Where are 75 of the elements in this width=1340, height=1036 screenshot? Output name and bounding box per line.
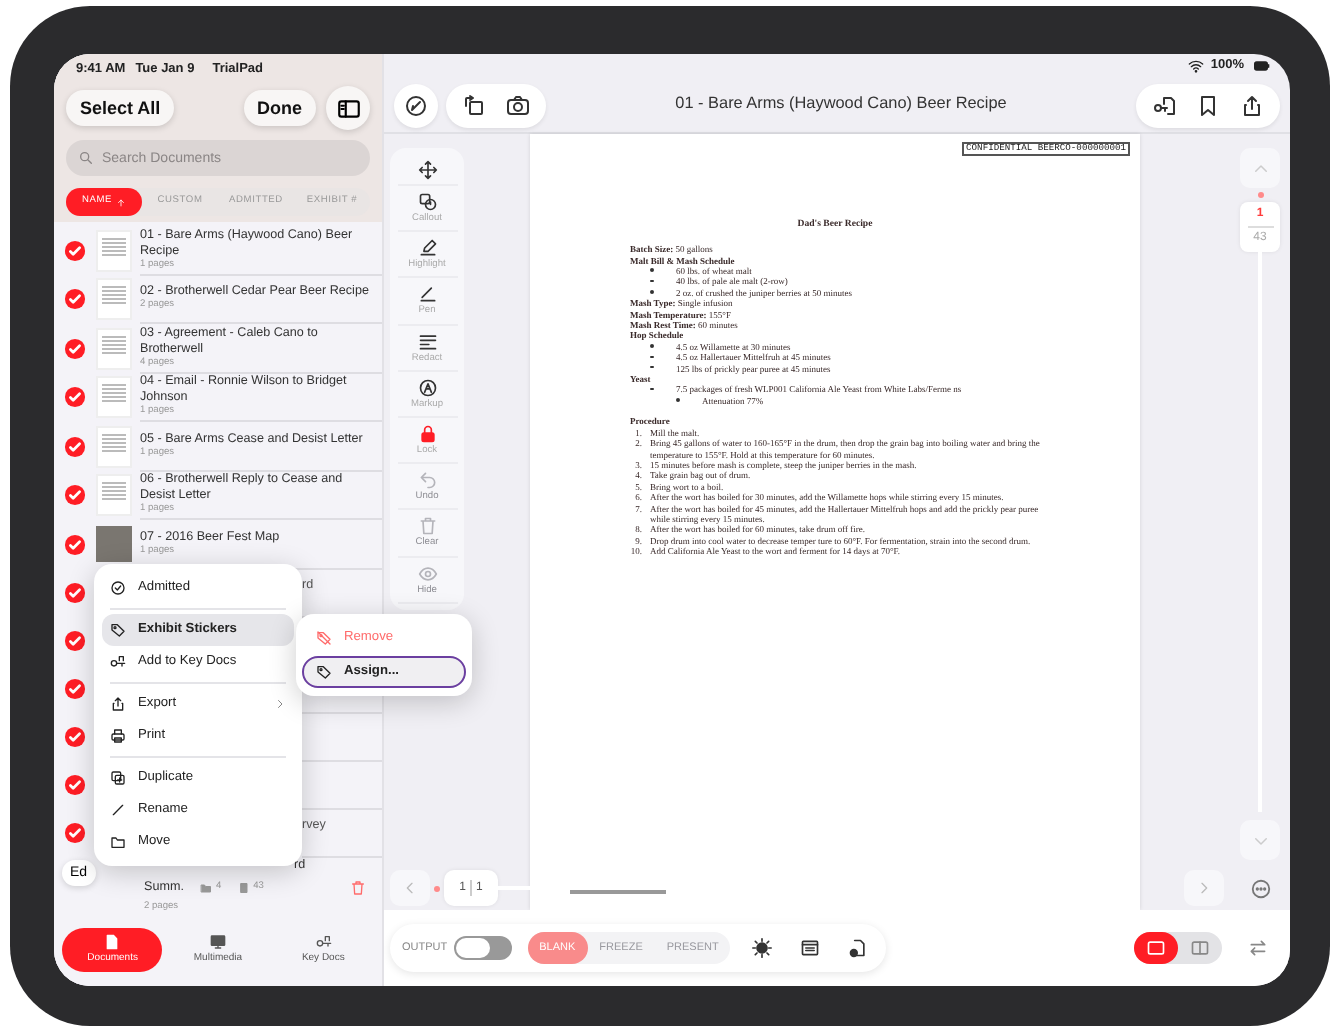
printer-icon [110, 728, 126, 744]
document-icon [848, 938, 869, 958]
bookmark-icon [1196, 93, 1220, 117]
checkbox[interactable] [64, 774, 86, 796]
sidebar-toggle-button[interactable] [326, 86, 370, 130]
undo-icon [417, 470, 437, 491]
checkbox[interactable] [64, 386, 86, 409]
swap-arrows-icon [1248, 938, 1268, 958]
select-all-button[interactable]: Select All [66, 90, 175, 126]
trash-icon [417, 516, 437, 537]
arrow-up-icon [116, 197, 127, 207]
single-view-icon [1146, 938, 1166, 958]
tag-icon [316, 664, 332, 680]
trash-icon [350, 879, 366, 895]
tag-icon [110, 622, 126, 638]
share-icon [1240, 93, 1264, 117]
more-icon [1249, 877, 1271, 899]
rotate-icon [462, 93, 486, 117]
redact-icon [417, 331, 437, 352]
checkbox[interactable] [64, 678, 86, 700]
chevron-right-icon [1196, 880, 1212, 896]
document-thumbnail [96, 425, 132, 468]
folder-icon [110, 834, 126, 850]
folder-icon [199, 881, 212, 893]
layout-button[interactable] [1134, 932, 1178, 964]
duplicate-icon [110, 770, 126, 786]
check-badge-icon [110, 580, 126, 596]
checkbox[interactable] [64, 726, 86, 748]
monitor-icon [209, 933, 226, 950]
document-thumbnail [96, 327, 132, 370]
document-thumbnail [96, 474, 132, 517]
sidebar-icon [335, 95, 361, 121]
key-icon [110, 654, 126, 670]
pencil-circle-icon [404, 93, 428, 117]
sun-icon [752, 938, 773, 958]
pen-icon [417, 284, 437, 305]
photo-placeholder [96, 526, 132, 563]
document-thumbnail [96, 278, 132, 321]
checkbox[interactable] [64, 239, 86, 262]
position-dot [434, 885, 440, 891]
chevron-up-icon [1251, 159, 1269, 177]
markup-icon [417, 377, 437, 398]
document-thumbnail [96, 229, 132, 272]
window-icon [800, 938, 821, 958]
pencil-icon [110, 802, 126, 818]
checkbox[interactable] [64, 484, 86, 507]
key-icon [315, 933, 332, 950]
output-toggle[interactable] [453, 936, 512, 960]
done-button[interactable]: Done [243, 90, 316, 126]
checkbox[interactable] [64, 630, 86, 652]
move-icon [417, 160, 437, 180]
highlighter-icon [417, 238, 437, 259]
camera-icon [506, 93, 530, 117]
document-icon [104, 933, 121, 950]
search-icon [78, 150, 94, 166]
document-thumbnail [96, 376, 132, 419]
wifi-icon [1188, 58, 1205, 74]
key-document-icon [1152, 93, 1176, 117]
position-dot [1257, 192, 1263, 198]
share-icon [110, 696, 126, 712]
document-title: 01 - Bare Arms (Haywood Cano) Beer Recipe [673, 92, 1009, 117]
checkbox[interactable] [64, 288, 86, 311]
checkbox[interactable] [64, 533, 86, 556]
lock-icon [417, 423, 437, 444]
callout-icon [417, 192, 437, 212]
battery-icon [1250, 58, 1274, 74]
page-icon [237, 881, 250, 893]
eye-icon [417, 563, 437, 583]
tag-slash-icon [316, 630, 332, 646]
chevron-left-icon [402, 880, 418, 896]
checkbox[interactable] [64, 822, 86, 844]
split-view-icon [1190, 938, 1210, 958]
checkbox[interactable] [64, 337, 86, 360]
checkbox[interactable] [64, 435, 86, 458]
checkbox[interactable] [64, 582, 86, 604]
